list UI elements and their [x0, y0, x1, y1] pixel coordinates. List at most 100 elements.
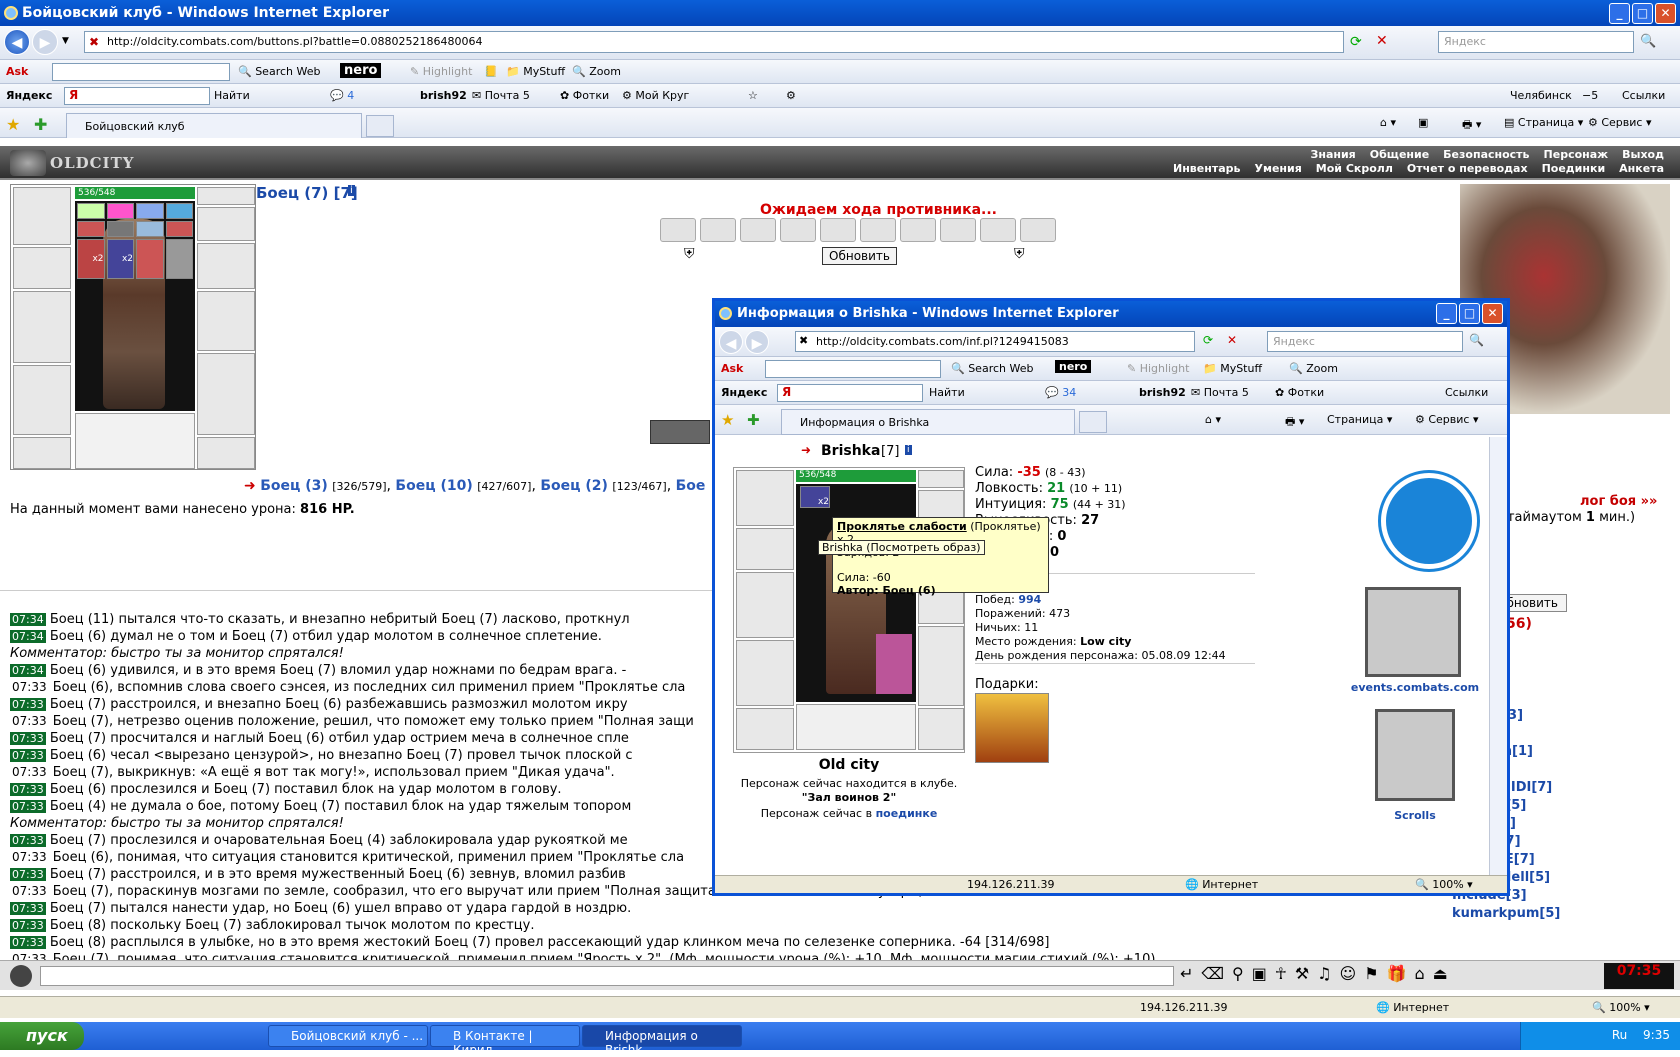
yandex-search-input[interactable]: Я	[64, 87, 210, 105]
character-image[interactable]: x2 x2	[75, 201, 195, 411]
popup-search-input[interactable]: Яндекс	[1267, 331, 1463, 352]
battle-control-icon[interactable]	[650, 420, 710, 444]
task-combats[interactable]: Бойцовский клуб - ...	[268, 1025, 428, 1047]
yandex-logo[interactable]: Яндекс	[6, 89, 52, 102]
history-dropdown-icon[interactable]: ▼	[62, 36, 69, 46]
forward-button[interactable]: ▶	[32, 29, 58, 55]
scroll-slot[interactable]	[900, 218, 936, 242]
weapon-slot[interactable]	[13, 291, 71, 363]
popup-page-menu[interactable]: Страница ▾	[1327, 413, 1392, 426]
spell-slot[interactable]	[165, 221, 193, 237]
armor-slot[interactable]	[13, 365, 71, 435]
comments-button[interactable]: 💬 4	[330, 89, 354, 102]
gift-image[interactable]	[975, 693, 1049, 763]
gift-icon[interactable]: 🎁	[1387, 964, 1407, 983]
popup-amulet-slot[interactable]	[918, 470, 964, 488]
photos-button[interactable]: ✿ Фотки	[560, 89, 609, 102]
popup-belt-slot[interactable]	[736, 708, 794, 750]
popup-highlight[interactable]: ✎ Highlight	[1127, 362, 1189, 375]
scroll-slot[interactable]	[980, 218, 1016, 242]
char-info-icon[interactable]: i	[905, 445, 912, 455]
popup-scrollbar[interactable]	[1489, 437, 1507, 875]
star-icon[interactable]: ☆	[748, 89, 758, 102]
popup-refresh-icon[interactable]: ⟳	[1203, 333, 1213, 347]
popup-forward-button[interactable]: ▶	[745, 330, 769, 354]
enter-icon[interactable]: ↵	[1180, 964, 1193, 983]
popup-user[interactable]: brish92	[1139, 386, 1186, 399]
save-icon[interactable]: ▣	[1252, 964, 1267, 983]
enemy-name[interactable]: Бое	[676, 478, 706, 494]
stop-icon[interactable]: ✕	[1376, 33, 1388, 49]
scroll-slot[interactable]	[660, 218, 696, 242]
lang-indicator[interactable]: Ru	[1612, 1028, 1627, 1042]
print-icon[interactable]: 🖶 ▾	[1462, 116, 1481, 135]
popup-find-button[interactable]: Найти	[929, 386, 965, 399]
popup-bracers-slot[interactable]	[736, 528, 794, 570]
rings-slots[interactable]	[75, 413, 195, 469]
popup-close-button[interactable]: ✕	[1482, 303, 1503, 324]
filter-icon[interactable]: ⚲	[1232, 964, 1244, 983]
popup-zoom[interactable]: 🔍 Zoom	[1289, 362, 1338, 375]
spell-slot[interactable]	[106, 221, 134, 237]
menu-profile[interactable]: Анкета	[1619, 162, 1664, 175]
popup-print-icon[interactable]: 🖶 ▾	[1285, 413, 1304, 432]
popup-photos[interactable]: ✿ Фотки	[1275, 386, 1324, 399]
spell-slot[interactable]	[165, 239, 193, 279]
pants-slot[interactable]	[197, 353, 255, 435]
task-info-brishka[interactable]: Информация о Brishk...	[582, 1025, 742, 1057]
smile-icon[interactable]: ☺	[1340, 964, 1357, 983]
search-input[interactable]: Яндекс	[1438, 31, 1634, 53]
home-icon[interactable]: ⌂ ▾	[1380, 116, 1396, 129]
spell-slot[interactable]	[136, 239, 164, 279]
spell-slot[interactable]	[136, 221, 164, 237]
ask-logo[interactable]: Ask	[6, 65, 28, 78]
favorites-star-icon[interactable]: ★	[6, 115, 20, 134]
zoom-button[interactable]: 🔍 Zoom	[572, 65, 621, 78]
menu-scroll[interactable]: Мой Скролл	[1316, 162, 1393, 175]
spell-slot-badge[interactable]: x2	[77, 239, 105, 279]
menu-skills[interactable]: Умения	[1254, 162, 1301, 175]
events-link[interactable]: events.combats.com	[1345, 681, 1485, 694]
scroll-slot[interactable]	[740, 218, 776, 242]
maximize-button[interactable]: □	[1632, 3, 1653, 24]
scrolls-link[interactable]: Scrolls	[1355, 809, 1475, 822]
enemy-name[interactable]: Боец (10)	[395, 478, 472, 494]
popup-mail[interactable]: ✉ Почта 5	[1191, 386, 1249, 399]
tab-active[interactable]: Бойцовский клуб	[66, 113, 362, 138]
find-button[interactable]: Найти	[214, 89, 250, 102]
popup-favorites-icon[interactable]: ★	[721, 411, 734, 429]
nero-logo[interactable]: nero	[340, 63, 382, 78]
clan-icon[interactable]: ⚑	[1364, 964, 1378, 983]
popup-yandex-logo[interactable]: Яндекс	[721, 386, 767, 399]
player-name[interactable]: Боец (7) [7]	[256, 184, 358, 202]
spell-slot[interactable]	[136, 203, 164, 219]
enemy-name[interactable]: Боец (3)	[260, 478, 328, 494]
gloves-slot[interactable]	[197, 243, 255, 289]
curse-slot-badge[interactable]: x2	[800, 486, 830, 508]
mail-button[interactable]: ✉ Почта 5	[472, 89, 530, 102]
close-button[interactable]: ✕	[1655, 3, 1676, 24]
chat-input[interactable]	[40, 966, 1174, 986]
status-zoom[interactable]: 🔍 100% ▾	[1592, 1001, 1650, 1014]
myround-button[interactable]: ⚙ Мой Круг	[622, 89, 689, 102]
feeds-icon[interactable]: ▣	[1418, 116, 1428, 129]
spell-slot[interactable]	[106, 203, 134, 219]
menu-security[interactable]: Безопасность	[1443, 148, 1529, 161]
refresh-battle-button[interactable]: Обновить	[822, 247, 897, 265]
popup-rings-slots[interactable]	[796, 704, 916, 750]
new-tab-button[interactable]	[366, 115, 394, 137]
menu-exit[interactable]: Выход	[1622, 148, 1664, 161]
popup-ask-logo[interactable]: Ask	[721, 362, 743, 375]
menu-inventory[interactable]: Инвентарь	[1173, 162, 1240, 175]
address-bar[interactable]: ✖ http://oldcity.combats.com/buttons.pl?…	[84, 31, 1344, 53]
popup-address-bar[interactable]: ✖ http://oldcity.combats.com/inf.pl?1249…	[795, 331, 1195, 352]
refresh-icon[interactable]: ⟳	[1350, 34, 1362, 50]
popup-ask-input[interactable]	[765, 360, 941, 378]
popup-search-web[interactable]: 🔍 Search Web	[951, 362, 1033, 375]
spell-slot[interactable]	[77, 203, 105, 219]
popup-yandex-input[interactable]: Я	[777, 384, 923, 402]
popup-maximize-button[interactable]: □	[1459, 303, 1480, 324]
popup-pants-slot[interactable]	[918, 626, 964, 706]
start-button[interactable]: пуск	[0, 1022, 84, 1050]
task-vkontakte[interactable]: В Контакте | Кирил...	[430, 1025, 580, 1057]
